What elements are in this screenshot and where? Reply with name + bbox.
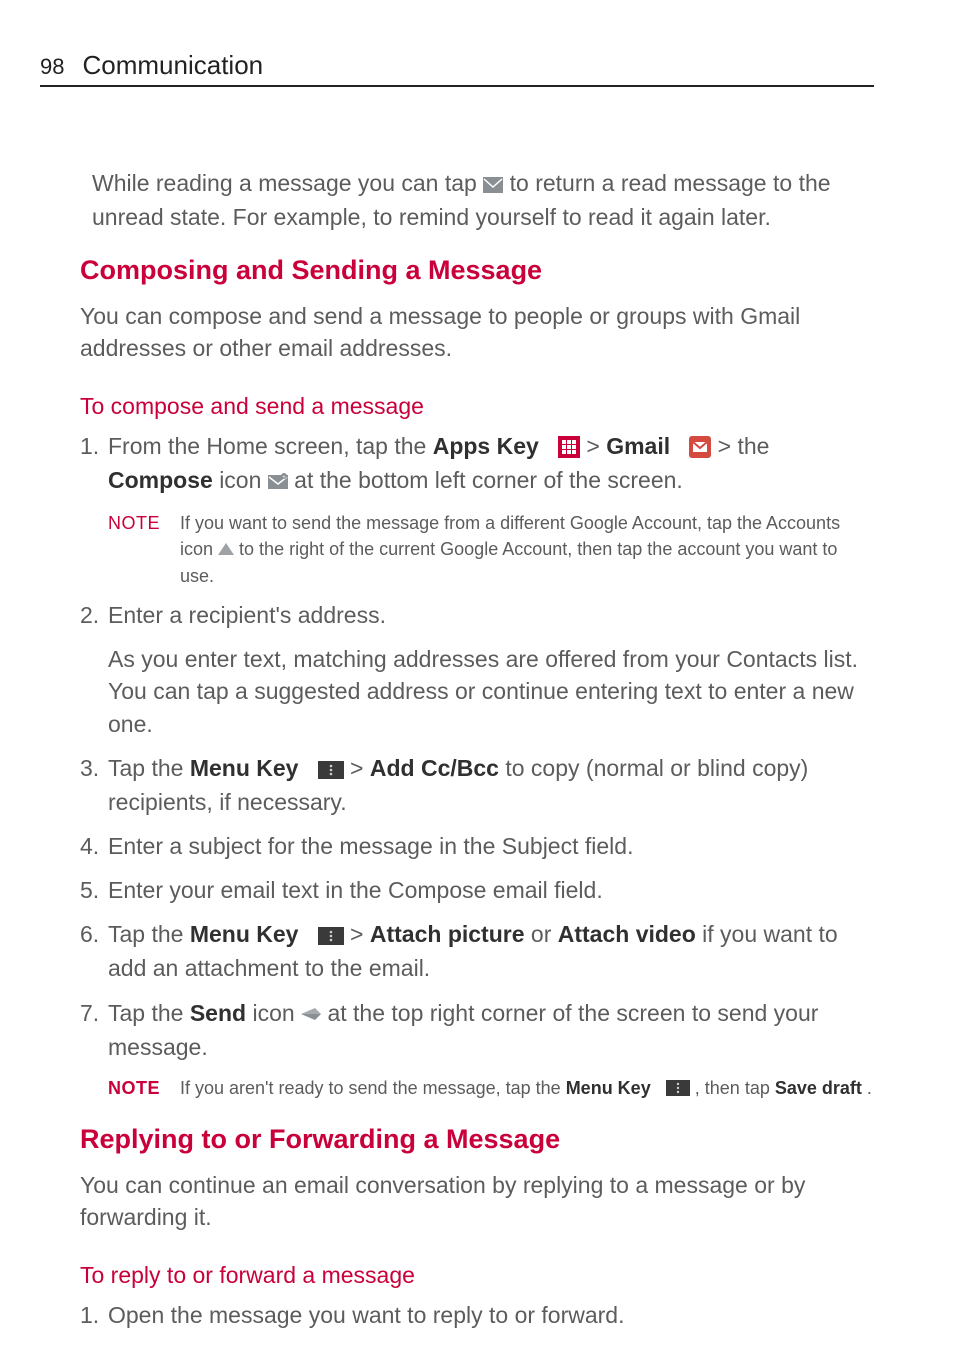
text: icon [219,467,268,493]
send-label: Send [190,1000,246,1026]
gmail-label: Gmail [606,433,670,459]
intro-paragraph: While reading a message you can tap to r… [92,167,874,233]
text: > [350,921,370,947]
step-body: Tap the Menu Key > Attach picture or Att… [108,918,874,984]
note-1: NOTE If you want to send the message fro… [108,510,874,589]
step-body: Open the message you want to reply to or… [108,1299,874,1331]
note-label: NOTE [108,1075,180,1102]
step-4: 4. Enter a subject for the message in th… [80,830,874,862]
attach-picture-label: Attach picture [370,921,525,947]
step-6: 6. Tap the Menu Key > Attach picture or … [80,918,874,984]
step-number: 1. [80,430,108,498]
menu-key-icon [666,1074,690,1100]
step-body: Enter a recipient's address. [108,599,874,631]
step-number: 7. [80,997,108,1063]
send-arrow-icon [301,996,321,1028]
compose-label: Compose [108,467,213,493]
step-body: Enter your email text in the Compose ema… [108,874,874,906]
subheading-to-compose: To compose and send a message [80,393,874,420]
step-number: 2. [80,599,108,631]
text: Tap the [108,1000,190,1026]
svg-text:+: + [282,475,286,481]
accounts-triangle-icon [218,535,234,561]
text: or [531,921,558,947]
step-body: Tap the Send icon at the top right corne… [108,997,874,1063]
text: at the bottom left corner of the screen. [294,467,683,493]
text: > [350,755,370,781]
text: > [586,433,606,459]
step-number: 5. [80,874,108,906]
compose-icon: + [268,463,288,495]
step-number: 6. [80,918,108,984]
text [656,1078,661,1098]
note-2: NOTE If you aren't ready to send the mes… [108,1075,874,1102]
envelope-icon [483,167,503,199]
text [305,755,311,781]
page-header: 98 Communication [40,50,874,87]
add-cc-bcc-label: Add Cc/Bcc [370,755,499,781]
attach-video-label: Attach video [558,921,696,947]
text [545,433,551,459]
menu-key-label: Menu Key [190,755,299,781]
compose-intro: You can compose and send a message to pe… [80,300,874,364]
text [305,921,311,947]
note-body: If you aren't ready to send the message,… [180,1075,874,1102]
step-1: 1. From the Home screen, tap the Apps Ke… [80,430,874,498]
menu-key-label: Menu Key [190,921,299,947]
step-number: 1. [80,1299,108,1331]
subheading-to-reply: To reply to or forward a message [80,1262,874,1289]
step-2: 2. Enter a recipient's address. [80,599,874,631]
apps-key-icon [558,429,580,461]
text: While reading a message you can tap [92,170,483,196]
heading-replying: Replying to or Forwarding a Message [80,1124,874,1155]
text: If you aren't ready to send the message,… [180,1078,566,1098]
menu-key-label: Menu Key [566,1078,651,1098]
note-label: NOTE [108,510,180,589]
step-3: 3. Tap the Menu Key > Add Cc/Bcc to copy… [80,752,874,818]
step-7: 7. Tap the Send icon at the top right co… [80,997,874,1063]
save-draft-label: Save draft [775,1078,862,1098]
text: Tap the [108,755,190,781]
text: Tap the [108,921,190,947]
step-number: 4. [80,830,108,862]
gmail-icon [689,429,711,461]
menu-key-icon [318,918,344,950]
text [677,433,683,459]
step-body: Enter a subject for the message in the S… [108,830,874,862]
step-number: 3. [80,752,108,818]
apps-key-label: Apps Key [433,433,539,459]
step-body: Tap the Menu Key > Add Cc/Bcc to copy (n… [108,752,874,818]
chapter-title: Communication [82,50,263,81]
step-body: From the Home screen, tap the Apps Key >… [108,430,874,498]
step-5: 5. Enter your email text in the Compose … [80,874,874,906]
text: , then tap [695,1078,775,1098]
text: > the [718,433,770,459]
step-2-continuation: As you enter text, matching addresses ar… [108,643,874,740]
reply-intro: You can continue an email conversation b… [80,1169,874,1233]
menu-key-icon [318,752,344,784]
page-number: 98 [40,54,64,80]
heading-composing: Composing and Sending a Message [80,255,874,286]
text: to the right of the current Google Accou… [180,539,837,586]
note-body: If you want to send the message from a d… [180,510,874,589]
text: From the Home screen, tap the [108,433,433,459]
text: icon [252,1000,301,1026]
text: . [867,1078,872,1098]
reply-step-1: 1. Open the message you want to reply to… [80,1299,874,1331]
